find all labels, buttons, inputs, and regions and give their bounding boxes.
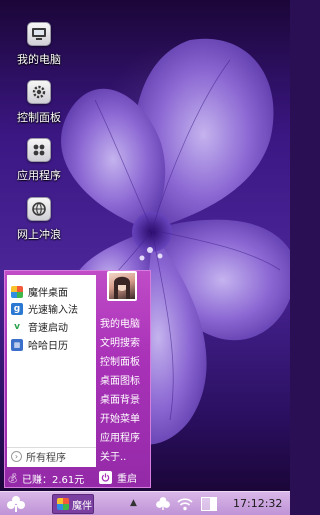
program-label: 哈哈日历 <box>28 341 68 352</box>
menu-item-search[interactable]: 文明搜索 <box>100 334 140 349</box>
start-menu: 魔伴桌面 g 光速输入法 v 音速启动 ▦ 哈哈日历 › 所有程序 我的电脑 文… <box>4 270 151 488</box>
v-launch-icon: v <box>11 320 23 333</box>
apps-grid-icon <box>27 138 51 162</box>
gear-icon <box>27 80 51 104</box>
desktop-icon-label: 网上冲浪 <box>17 228 61 241</box>
program-label: 音速启动 <box>28 323 68 334</box>
battery-icon[interactable] <box>201 497 217 511</box>
clover-icon <box>57 498 69 510</box>
desktop-icon-label: 我的电脑 <box>17 53 61 66</box>
desktop-icon-label: 应用程序 <box>17 169 61 182</box>
desktop-icon-control-panel[interactable]: 控制面板 <box>4 80 74 125</box>
calendar-icon: ▦ <box>11 338 23 351</box>
clock: 17:12:32 <box>233 497 283 510</box>
desktop-icon-web-surfing[interactable]: 网上冲浪 <box>4 197 74 242</box>
menu-item-desktop-background[interactable]: 桌面背景 <box>100 391 140 406</box>
tray-clover-icon[interactable] <box>155 496 171 512</box>
program-label: 光速输入法 <box>28 305 78 316</box>
earnings-text: 已赚：2.61元 <box>22 475 85 486</box>
menu-item-desktop-icons[interactable]: 桌面图标 <box>100 372 140 387</box>
program-label: 魔伴桌面 <box>28 288 68 299</box>
taskbar-app-label: 魔伴 <box>72 500 92 512</box>
program-list: 魔伴桌面 g 光速输入法 v 音速启动 ▦ 哈哈日历 › 所有程序 <box>7 275 96 467</box>
taskbar: 魔伴 ▲ 17:12:32 <box>0 491 290 515</box>
money-bag-icon: 💰︎ <box>7 473 19 484</box>
program-item-quick-launch[interactable]: v 音速启动 <box>9 318 95 335</box>
clover-icon <box>7 496 25 512</box>
program-item-moban-desktop[interactable]: 魔伴桌面 <box>9 283 95 300</box>
globe-icon <box>27 197 51 221</box>
all-programs-label: 所有程序 <box>26 453 66 464</box>
computer-icon <box>27 22 51 46</box>
program-item-calendar[interactable]: ▦ 哈哈日历 <box>9 336 95 353</box>
desktop-icon-applications[interactable]: 应用程序 <box>4 138 74 183</box>
desktop-icon-my-computer[interactable]: 我的电脑 <box>4 22 74 67</box>
menu-item-about[interactable]: 关于.. <box>100 448 126 463</box>
earnings-label: 💰︎ 已赚：2.61元 <box>7 471 85 487</box>
battery-level <box>210 498 216 510</box>
menu-item-my-computer[interactable]: 我的电脑 <box>100 315 140 330</box>
all-programs-button[interactable]: › 所有程序 <box>7 447 96 465</box>
restart-button[interactable]: 重启 <box>99 469 137 485</box>
menu-item-control-panel[interactable]: 控制面板 <box>100 353 140 368</box>
avatar[interactable] <box>107 271 137 301</box>
desktop-icon-label: 控制面板 <box>17 111 61 124</box>
clover-icon <box>11 285 23 298</box>
arrow-right-icon: › <box>11 451 22 462</box>
wifi-icon[interactable] <box>177 496 193 512</box>
g-keyboard-icon: g <box>11 302 23 315</box>
restart-label: 重启 <box>117 473 137 485</box>
menu-item-start-menu[interactable]: 开始菜单 <box>100 410 140 425</box>
program-item-input-method[interactable]: g 光速输入法 <box>9 300 95 317</box>
menu-item-applications[interactable]: 应用程序 <box>100 429 140 444</box>
taskbar-app-moban[interactable]: 魔伴 <box>52 494 94 514</box>
tray-expand-icon[interactable]: ▲ <box>130 498 137 508</box>
start-button[interactable] <box>6 495 26 513</box>
power-icon <box>99 470 112 484</box>
